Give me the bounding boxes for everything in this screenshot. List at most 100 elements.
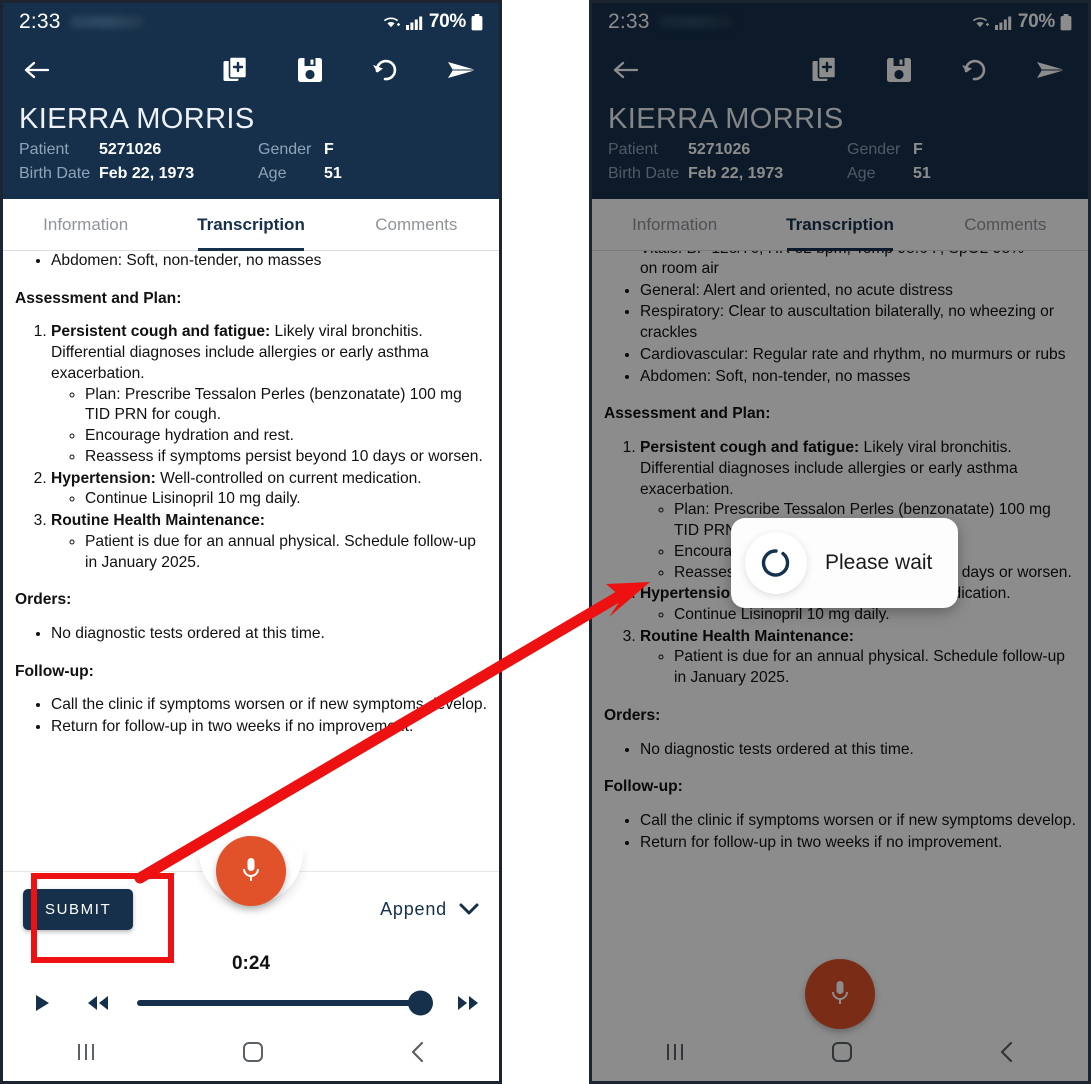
append-dropdown[interactable]: Append <box>380 899 479 920</box>
orders-heading: Orders: <box>604 706 661 724</box>
tab-information[interactable]: Information <box>3 199 168 250</box>
followup-list: Call the clinic if symptoms worsen or if… <box>15 695 487 737</box>
tab-transcription[interactable]: Transcription <box>168 199 333 251</box>
home-icon[interactable] <box>241 1040 265 1069</box>
gender-value: F <box>324 141 334 158</box>
microphone-icon <box>243 858 259 881</box>
status-bar: 2:33 70% <box>592 3 1088 41</box>
status-bar: 2:33 70% <box>3 3 499 41</box>
exam-bullets-tail: Abdomen: Soft, non-tender, no masses <box>15 251 487 272</box>
list-item: No diagnostic tests ordered at this time… <box>51 624 487 645</box>
record-mic-button[interactable] <box>805 959 875 1029</box>
followup-heading: Follow-up: <box>15 662 94 680</box>
send-paper-plane-icon[interactable] <box>447 58 477 82</box>
clipped-vitals-line: Vitals: BP 128/76, HR 82 bpm, Temp 98.6 … <box>604 251 1076 259</box>
audio-player <box>3 979 499 1027</box>
battery-icon <box>1060 13 1072 30</box>
patient-detail-grid: Patient 5271026 Gender F Birth Date Feb … <box>19 141 483 183</box>
nav-back-icon[interactable] <box>408 1040 428 1069</box>
status-time: 2:33 <box>608 10 650 33</box>
followup-list: Call the clinic if symptoms worsen or if… <box>604 811 1076 853</box>
wifi-icon <box>972 17 989 28</box>
age-value: 51 <box>324 165 342 182</box>
play-icon[interactable] <box>35 994 51 1012</box>
patient-detail-grid: Patient 5271026 Gender F Birth Date Feb … <box>608 141 1072 183</box>
list-item: Abdomen: Soft, non-tender, no masses <box>640 367 1076 388</box>
back-arrow-icon[interactable] <box>23 58 51 82</box>
birth-date-value: Feb 22, 1973 <box>99 165 195 182</box>
tab-information[interactable]: Information <box>592 199 757 250</box>
item-title: Routine Health Maintenance: <box>51 512 266 530</box>
list-item: Routine Health Maintenance: Patient is d… <box>51 511 487 573</box>
undo-icon[interactable] <box>371 58 399 82</box>
screenshot-root: 2:33 70% KIERRA MORRIS Patient 5271026 G… <box>0 0 1091 1084</box>
orders-heading: Orders: <box>15 591 72 609</box>
slider-thumb[interactable] <box>408 990 433 1016</box>
tab-bar: Information Transcription Comments <box>592 199 1088 251</box>
list-item: No diagnostic tests ordered at this time… <box>640 740 1076 761</box>
item-title: Persistent cough and fatigue: <box>640 439 860 457</box>
age-value: 51 <box>913 165 931 182</box>
send-paper-plane-icon[interactable] <box>1036 58 1066 82</box>
tab-comments[interactable]: Comments <box>923 199 1088 250</box>
list-item: Cardiovascular: Regular rate and rhythm,… <box>640 345 1076 366</box>
spinner-container <box>745 532 807 594</box>
item-body: Well-controlled on current medication. <box>155 469 422 487</box>
assessment-list: Persistent cough and fatigue: Likely vir… <box>15 322 487 573</box>
nav-back-icon[interactable] <box>997 1040 1017 1069</box>
tab-transcription[interactable]: Transcription <box>757 199 922 251</box>
sub-list: Patient is due for an annual physical. S… <box>51 532 487 573</box>
undo-icon[interactable] <box>960 58 988 82</box>
sub-list: Continue Lisinopril 10 mg daily. <box>51 489 487 510</box>
fast-forward-icon[interactable] <box>457 995 479 1011</box>
list-item: Plan: Prescribe Tessalon Perles (benzona… <box>85 385 487 426</box>
app-toolbar <box>3 41 499 99</box>
status-carrier-blurred <box>70 16 143 28</box>
status-time: 2:33 <box>19 10 61 33</box>
followup-heading: Follow-up: <box>604 778 683 796</box>
birth-date-label: Birth Date <box>608 165 680 182</box>
list-item: Abdomen: Soft, non-tender, no masses <box>51 251 487 272</box>
home-icon[interactable] <box>830 1040 854 1069</box>
patient-id-value: 5271026 <box>688 141 751 158</box>
clipped-vitals-text: Vitals: BP 128/76, HR 82 bpm, Temp 98.6 … <box>640 251 1024 257</box>
gender-value: F <box>913 141 923 158</box>
list-item: Patient is due for an annual physical. S… <box>674 647 1076 688</box>
record-mic-button[interactable] <box>216 836 286 906</box>
patient-id-value: 5271026 <box>99 141 162 158</box>
loading-spinner-icon <box>761 549 790 577</box>
save-floppy-icon[interactable] <box>886 57 912 83</box>
add-document-icon[interactable] <box>223 56 249 84</box>
list-item: Continue Lisinopril 10 mg daily. <box>674 605 1076 626</box>
patient-name: KIERRA MORRIS <box>608 103 844 135</box>
list-item: Routine Health Maintenance: Patient is d… <box>640 627 1076 689</box>
orders-list: No diagnostic tests ordered at this time… <box>15 624 487 645</box>
status-right-group: 70% <box>381 11 483 33</box>
recents-icon[interactable] <box>74 1041 98 1068</box>
list-item: Patient is due for an annual physical. S… <box>85 532 487 573</box>
android-nav-bar <box>592 1027 1088 1081</box>
phone-right: 2:33 70% KIERRA MORRIS Patient 5271026 G… <box>589 0 1091 1084</box>
rewind-icon[interactable] <box>87 995 109 1011</box>
gender-label: Gender <box>847 141 901 158</box>
item-title: Hypertension: <box>51 469 156 487</box>
chevron-down-icon <box>459 903 479 915</box>
recents-icon[interactable] <box>663 1041 687 1068</box>
item-title: Hypertension: <box>640 585 745 603</box>
list-item: on room air <box>640 260 719 277</box>
patient-name: KIERRA MORRIS <box>19 103 255 135</box>
assessment-heading: Assessment and Plan: <box>15 289 182 307</box>
exam-bullets-2: General: Alert and oriented, no acute di… <box>604 281 1076 388</box>
playback-slider[interactable] <box>137 990 433 1016</box>
sub-list: Continue Lisinopril 10 mg daily. <box>640 605 1076 626</box>
battery-icon <box>471 13 483 30</box>
add-document-icon[interactable] <box>812 56 838 84</box>
battery-percent: 70% <box>1017 11 1055 32</box>
sub-list: Patient is due for an annual physical. S… <box>640 647 1076 688</box>
append-label: Append <box>380 899 447 919</box>
tab-comments[interactable]: Comments <box>334 199 499 250</box>
back-arrow-icon[interactable] <box>612 58 640 82</box>
please-wait-text: Please wait <box>825 551 933 574</box>
save-floppy-icon[interactable] <box>297 57 323 83</box>
please-wait-dialog: Please wait <box>731 518 958 608</box>
